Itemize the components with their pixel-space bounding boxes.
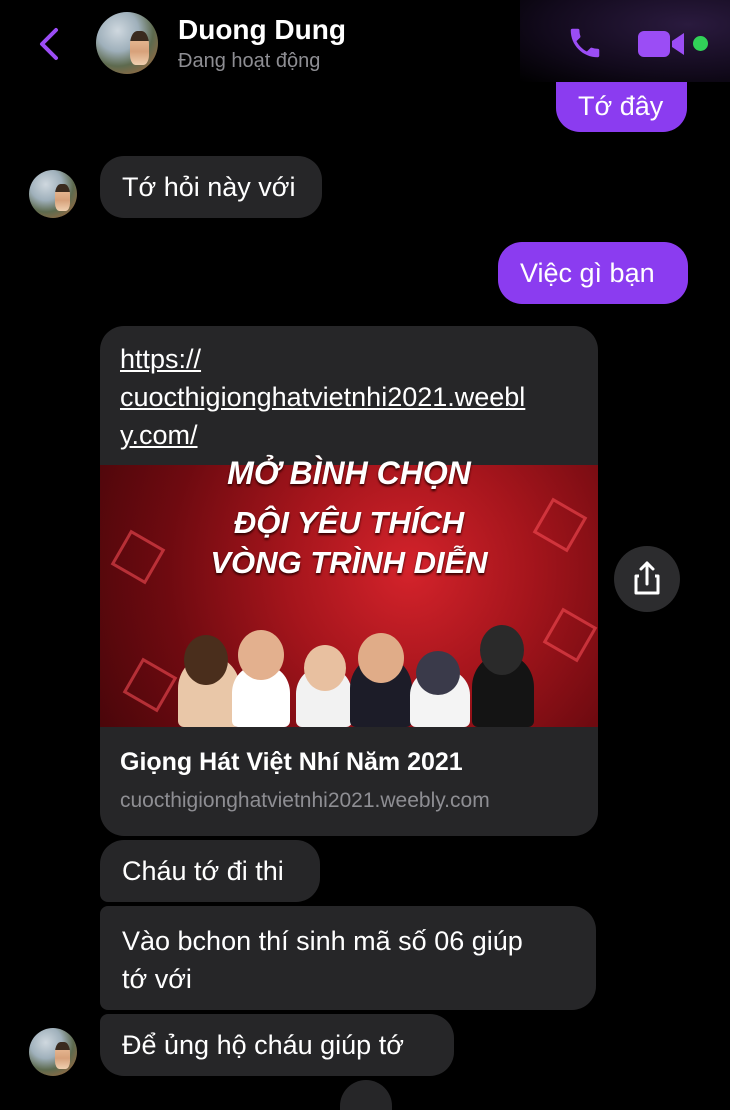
message-received[interactable]: Để ủng hộ cháu giúp tớ [100,1014,454,1076]
chevron-left-icon[interactable] [34,26,64,62]
contestant-head [480,625,524,675]
video-camera-icon[interactable] [636,28,688,60]
contact-name[interactable]: Duong Dung [178,14,346,46]
promo-line: ĐỘI YÊU THÍCH [233,505,465,540]
contestant-head [358,633,404,683]
sender-avatar[interactable] [29,170,77,218]
link-url-line[interactable]: https:// [120,344,201,374]
typing-indicator [340,1080,392,1110]
message-received[interactable]: Tớ hỏi này với [100,156,322,218]
link-url[interactable]: https:// cuocthigionghatvietnhi2021.weeb… [120,340,585,454]
message-received[interactable]: Cháu tớ đi thi [100,840,320,902]
message-sent[interactable]: Việc gì bạn [498,242,688,304]
share-button[interactable] [614,546,680,612]
hexagon-decoration [542,607,598,663]
contestant-head [238,630,284,680]
contestant-head [304,645,346,691]
contestant-head [416,651,460,695]
link-preview-card[interactable]: https:// cuocthigionghatvietnhi2021.weeb… [100,326,598,836]
message-line: tớ với [122,964,192,994]
online-indicator [693,36,708,51]
sender-avatar[interactable] [29,1028,77,1076]
phone-icon[interactable] [565,24,605,62]
link-url-line[interactable]: cuocthigionghatvietnhi2021.weebl [120,382,525,412]
contact-avatar[interactable] [96,12,158,74]
message-sent[interactable]: Tớ đây [556,82,687,132]
promo-heading: MỞ BÌNH CHỌN [227,455,471,491]
message-line: Vào bchon thí sinh mã số 06 giúp [122,926,523,956]
link-preview-image[interactable]: MỞ BÌNH CHỌN ĐỘI YÊU THÍCH VÒNG TRÌNH DI… [100,455,598,727]
contact-status: Đang hoạt động [178,50,321,72]
hexagon-decoration [122,657,178,713]
share-icon [634,561,660,595]
message-received[interactable]: Vào bchon thí sinh mã số 06 giúp tớ với [100,906,596,1010]
promo-line: VÒNG TRÌNH DIỄN [210,545,488,580]
link-domain: cuocthigionghatvietnhi2021.weebly.com [120,789,490,812]
link-url-line[interactable]: y.com/ [120,420,198,450]
link-title[interactable]: Giọng Hát Việt Nhí Năm 2021 [120,748,463,777]
contestant-head [184,635,228,685]
